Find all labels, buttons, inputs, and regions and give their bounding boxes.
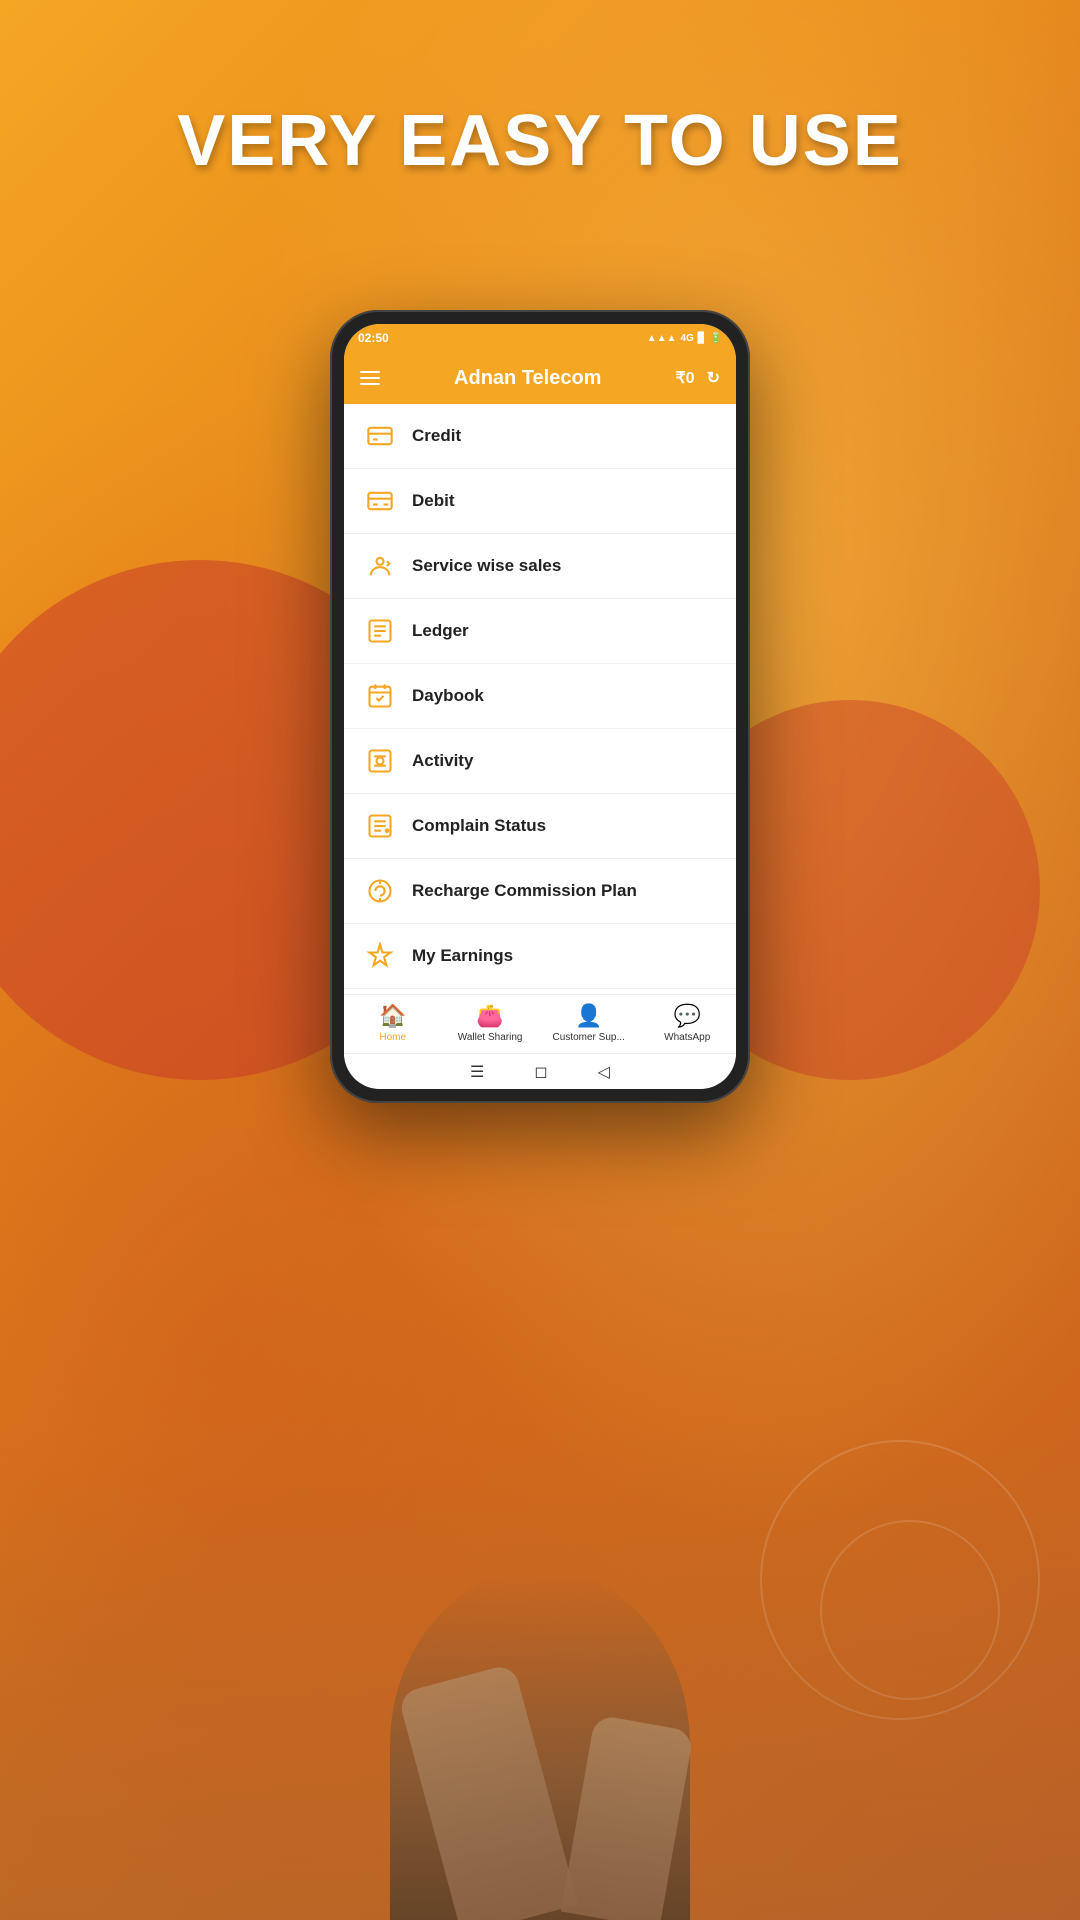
status-icons: ▲▲▲ 4G ▊ 🔋 xyxy=(647,333,722,344)
credit-icon xyxy=(362,418,398,454)
customer-support-label: Customer Sup... xyxy=(553,1032,625,1043)
recharge-commission-plan-icon xyxy=(362,873,398,909)
hamburger-menu[interactable] xyxy=(360,371,380,385)
hamburger-line-2 xyxy=(360,377,380,379)
menu-item-ledger[interactable]: Ledger xyxy=(344,599,736,664)
hamburger-line-3 xyxy=(360,383,380,385)
phone-mockup: 02:50 ▲▲▲ 4G ▊ 🔋 Adnan Telecom ₹0 xyxy=(330,310,750,1103)
debit-label: Debit xyxy=(412,491,455,511)
daybook-icon xyxy=(362,678,398,714)
status-time: 02:50 xyxy=(358,331,389,345)
debit-icon xyxy=(362,483,398,519)
battery-icon: 🔋 xyxy=(710,333,722,344)
nav-wallet-sharing[interactable]: 👛 Wallet Sharing xyxy=(455,1003,525,1043)
balance-display: ₹0 xyxy=(676,368,695,388)
wifi-icon: ▊ xyxy=(698,333,706,344)
activity-label: Activity xyxy=(412,751,473,771)
ledger-icon xyxy=(362,613,398,649)
my-earnings-label: My Earnings xyxy=(412,946,513,966)
refresh-icon[interactable]: ↻ xyxy=(707,368,720,388)
ledger-label: Ledger xyxy=(412,621,469,641)
wallet-sharing-icon: 👛 xyxy=(476,1003,503,1029)
home-label: Home xyxy=(379,1032,406,1043)
menu-item-credit[interactable]: Credit xyxy=(344,404,736,469)
service-wise-sales-label: Service wise sales xyxy=(412,556,561,576)
nav-whatsapp[interactable]: 💬 WhatsApp xyxy=(652,1003,722,1043)
my-earnings-icon xyxy=(362,938,398,974)
android-menu-icon[interactable]: ☰ xyxy=(470,1062,484,1082)
phone-outer-shell: 02:50 ▲▲▲ 4G ▊ 🔋 Adnan Telecom ₹0 xyxy=(330,310,750,1103)
service-wise-sales-icon xyxy=(362,548,398,584)
headline: VERY EASY TO USE xyxy=(0,100,1080,182)
daybook-label: Daybook xyxy=(412,686,484,706)
menu-item-recharge-commission-plan[interactable]: Recharge Commission Plan xyxy=(344,859,736,924)
signal-type: 4G xyxy=(681,333,694,344)
app-title: Adnan Telecom xyxy=(454,367,601,390)
menu-item-service-wise-sales[interactable]: Service wise sales xyxy=(344,534,736,599)
menu-item-activity[interactable]: Activity xyxy=(344,729,736,794)
header-actions: ₹0 ↻ xyxy=(676,368,720,388)
signal-icon: ▲▲▲ xyxy=(647,333,677,344)
customer-support-icon: 👤 xyxy=(575,1003,602,1029)
nav-home[interactable]: 🏠 Home xyxy=(358,1003,428,1043)
android-home-icon[interactable]: ◻ xyxy=(534,1062,547,1082)
complain-status-label: Complain Status xyxy=(412,816,546,836)
menu-item-my-earnings[interactable]: My Earnings xyxy=(344,924,736,989)
android-back-icon[interactable]: ◁ xyxy=(598,1062,610,1082)
activity-icon xyxy=(362,743,398,779)
credit-label: Credit xyxy=(412,426,461,446)
app-header: Adnan Telecom ₹0 ↻ xyxy=(344,352,736,404)
complain-status-icon xyxy=(362,808,398,844)
hands-photo-area xyxy=(0,1420,1080,1920)
wallet-sharing-label: Wallet Sharing xyxy=(458,1032,523,1043)
status-bar: 02:50 ▲▲▲ 4G ▊ 🔋 xyxy=(344,324,736,352)
nav-customer-support[interactable]: 👤 Customer Sup... xyxy=(553,1003,625,1043)
recharge-commission-plan-label: Recharge Commission Plan xyxy=(412,881,637,901)
menu-item-complain-status[interactable]: Complain Status xyxy=(344,794,736,859)
whatsapp-label: WhatsApp xyxy=(664,1032,710,1043)
menu-list: Credit Debit Service wise sales xyxy=(344,404,736,994)
android-nav-bar: ☰ ◻ ◁ xyxy=(344,1053,736,1089)
whatsapp-icon: 💬 xyxy=(674,1003,701,1029)
menu-item-daybook[interactable]: Daybook xyxy=(344,664,736,729)
phone-screen: 02:50 ▲▲▲ 4G ▊ 🔋 Adnan Telecom ₹0 xyxy=(344,324,736,1089)
hamburger-line-1 xyxy=(360,371,380,373)
bottom-nav: 🏠 Home 👛 Wallet Sharing 👤 Customer Sup..… xyxy=(344,994,736,1053)
home-icon: 🏠 xyxy=(379,1003,406,1029)
menu-item-debit[interactable]: Debit xyxy=(344,469,736,534)
